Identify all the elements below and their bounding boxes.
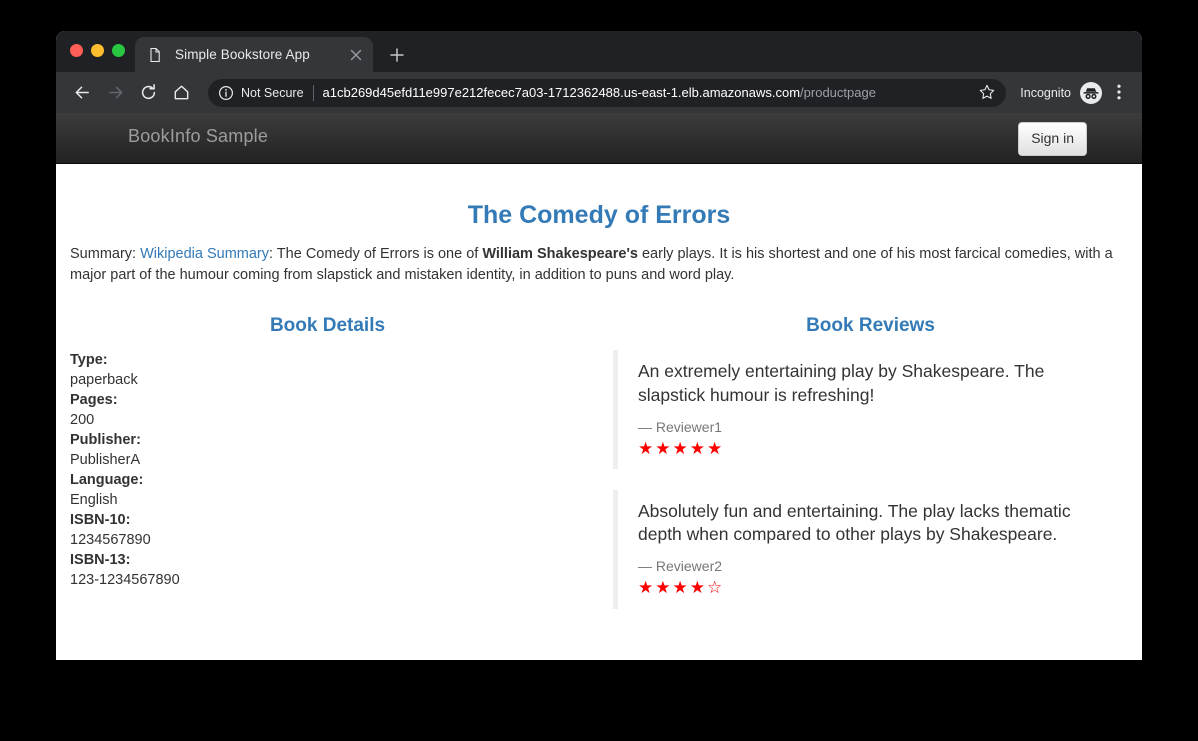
security-status-label: Not Secure (241, 85, 304, 100)
detail-value: 200 (70, 412, 95, 429)
url-host: a1cb269d45efd11e997e212fecec7a03-1712362… (322, 85, 801, 100)
detail-label: Language: (70, 472, 144, 489)
detail-label: Type: (70, 352, 108, 369)
detail-value: PublisherA (70, 452, 141, 469)
book-reviews-column: Book Reviews An extremely entertaining p… (599, 314, 1128, 630)
omnibox-divider (312, 84, 314, 101)
minimize-window-button[interactable] (91, 44, 104, 57)
list-item: Language: English (70, 470, 585, 510)
site-navbar: BookInfo Sample Sign in (56, 113, 1142, 164)
back-arrow-icon[interactable] (68, 79, 96, 107)
info-circle-icon[interactable] (218, 85, 234, 101)
review-text: An extremely entertaining play by Shakes… (638, 361, 1045, 405)
detail-label: Publisher: (70, 432, 141, 449)
plus-icon (390, 48, 404, 62)
list-item: Pages: 200 (70, 390, 585, 430)
review-author: — Reviewer1 (638, 418, 723, 435)
browser-tab[interactable]: Simple Bookstore App (135, 37, 373, 72)
list-item: Type: paperback (70, 350, 585, 390)
sign-in-button[interactable]: Sign in (1018, 122, 1087, 156)
two-column-layout: Book Details Type: paperback Pages: 200 … (70, 314, 1128, 630)
detail-value: 123-1234567890 (70, 572, 180, 589)
close-window-button[interactable] (70, 44, 83, 57)
site-brand[interactable]: BookInfo Sample (128, 126, 268, 146)
address-bar[interactable]: Not Secure a1cb269d45efd11e997e212fecec7… (208, 78, 1007, 107)
summary-part1: : The Comedy of Errors is one of (269, 245, 483, 262)
home-icon[interactable] (167, 79, 195, 107)
detail-label: ISBN-10: (70, 512, 131, 529)
page-content: The Comedy of Errors Summary: Wikipedia … (56, 201, 1142, 630)
three-dots-vertical-icon[interactable] (1110, 82, 1132, 104)
browser-window: Simple Bookstore App Not Secure a1cb269d… (56, 31, 1142, 660)
detail-label: Pages: (70, 392, 118, 409)
book-details-column: Book Details Type: paperback Pages: 200 … (70, 314, 599, 630)
url-text: a1cb269d45efd11e997e212fecec7a03-1712362… (323, 85, 973, 100)
summary-prefix: Summary: (70, 245, 141, 262)
book-details-heading: Book Details (269, 314, 386, 336)
detail-value: paperback (70, 372, 138, 389)
book-reviews-heading: Book Reviews (806, 314, 935, 336)
detail-value: 1234567890 (70, 532, 151, 549)
detail-value: English (70, 492, 118, 509)
maximize-window-button[interactable] (112, 44, 125, 57)
forward-arrow-icon[interactable] (101, 79, 129, 107)
review-item: Absolutely fun and entertaining. The pla… (613, 489, 1128, 609)
document-icon (147, 47, 163, 63)
list-item: ISBN-13: 123-1234567890 (70, 550, 585, 590)
page-viewport: BookInfo Sample Sign in The Comedy of Er… (56, 113, 1142, 660)
list-item: Publisher: PublisherA (70, 430, 585, 470)
incognito-label: Incognito (1020, 85, 1071, 100)
book-summary: Summary: Wikipedia Summary: The Comedy o… (70, 244, 1128, 286)
window-traffic-lights (70, 44, 125, 57)
wikipedia-summary-link[interactable]: Wikipedia Summary (140, 246, 269, 262)
review-author: — Reviewer2 (638, 558, 723, 575)
page-title: The Comedy of Errors (467, 201, 731, 229)
browser-tab-title: Simple Bookstore App (175, 47, 310, 62)
list-item: ISBN-10: 1234567890 (70, 510, 585, 550)
close-icon[interactable] (345, 44, 367, 66)
summary-author: William Shakespeare's (482, 245, 638, 262)
review-text: Absolutely fun and entertaining. The pla… (638, 500, 1071, 545)
book-details-list: Type: paperback Pages: 200 Publisher: Pu… (70, 350, 585, 590)
review-item: An extremely entertaining play by Shakes… (613, 350, 1128, 469)
reload-icon[interactable] (134, 79, 162, 107)
url-path: /productpage (800, 85, 876, 100)
new-tab-button[interactable] (384, 42, 410, 68)
detail-label: ISBN-13: (70, 552, 131, 569)
browser-toolbar: Not Secure a1cb269d45efd11e997e212fecec7… (56, 72, 1142, 113)
rating-stars: ★★★★★ (638, 438, 725, 458)
incognito-icon[interactable] (1078, 80, 1104, 106)
star-outline-icon[interactable] (978, 83, 998, 103)
rating-stars: ★★★★☆ (638, 578, 725, 598)
browser-tab-strip: Simple Bookstore App (56, 31, 1142, 72)
